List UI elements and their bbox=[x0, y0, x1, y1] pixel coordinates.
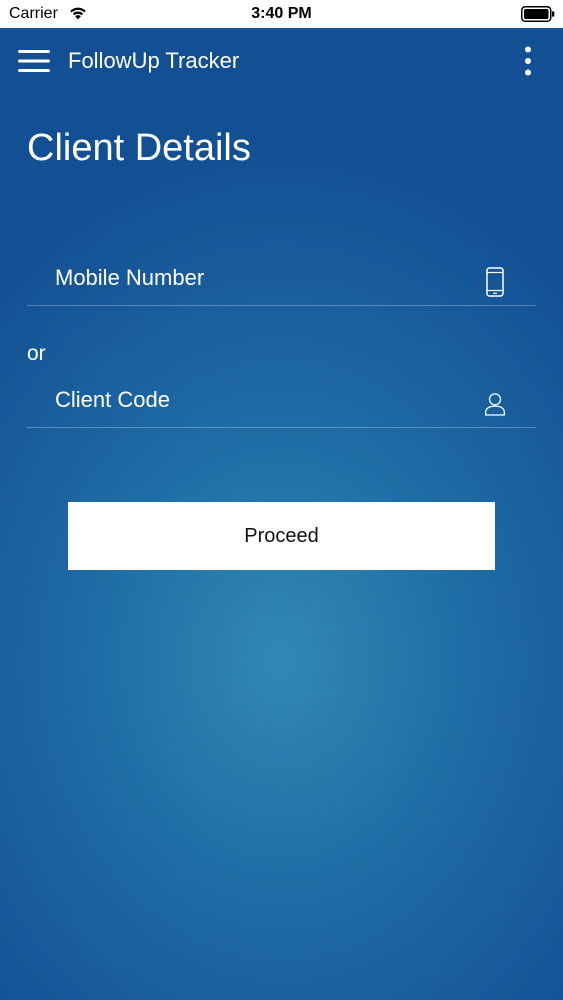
status-bar: Carrier 3:40 PM bbox=[0, 0, 563, 28]
battery-icon bbox=[521, 6, 555, 22]
mobile-number-field bbox=[27, 253, 536, 306]
user-icon bbox=[485, 393, 505, 416]
hamburger-menu-icon[interactable] bbox=[18, 50, 50, 72]
page-title: Client Details bbox=[27, 127, 251, 169]
proceed-button[interactable]: Proceed bbox=[68, 502, 495, 570]
client-code-field bbox=[27, 375, 536, 428]
mobile-number-input[interactable] bbox=[27, 253, 495, 303]
app-title: FollowUp Tracker bbox=[68, 48, 240, 73]
app-bar: FollowUp Tracker bbox=[0, 28, 563, 94]
client-details-screen: Carrier 3:40 PM FollowUp Tracker Client … bbox=[0, 0, 563, 1000]
client-code-input[interactable] bbox=[27, 375, 495, 425]
or-label: or bbox=[27, 342, 46, 365]
more-vertical-icon[interactable] bbox=[518, 46, 538, 76]
mobile-phone-icon bbox=[486, 267, 504, 297]
status-time: 3:40 PM bbox=[251, 5, 312, 22]
